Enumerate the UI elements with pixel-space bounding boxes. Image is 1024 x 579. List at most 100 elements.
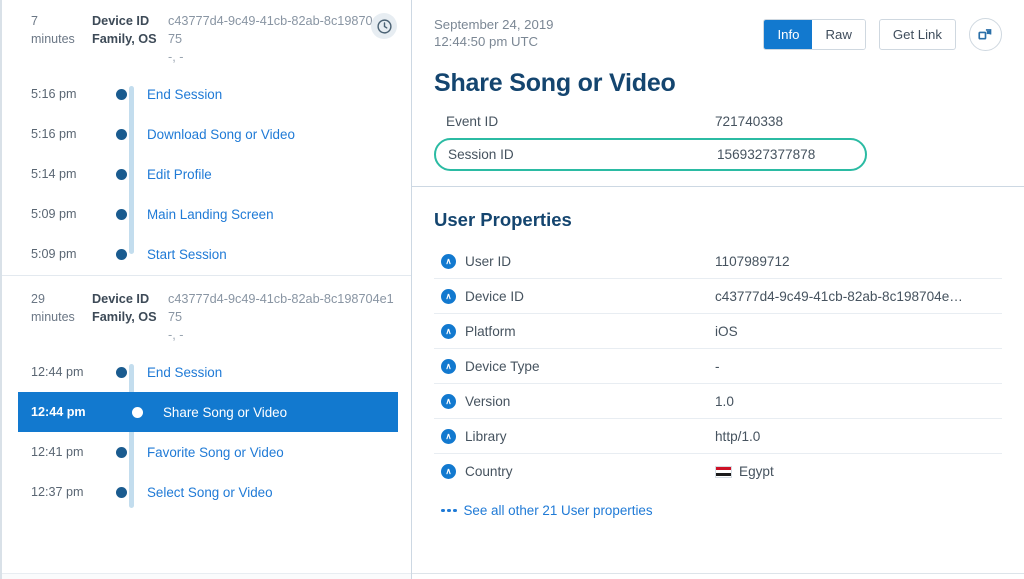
session-device-id-value: c43777d4-9c49-41cb-82ab-8c198704e175 <box>168 292 394 324</box>
timeline-event-row[interactable]: 5:09 pm Start Session <box>2 234 411 274</box>
session-2-timeline: 12:44 pm End Session 12:44 pm Share Song… <box>2 348 411 508</box>
user-properties-list: ∧ User ID 1107989712 ∧ Device ID c43777d… <box>412 231 1024 489</box>
event-name[interactable]: Download Song or Video <box>130 127 295 142</box>
user-property-label-wrap: ∧ User ID <box>434 253 715 269</box>
event-name[interactable]: End Session <box>130 365 222 380</box>
user-property-label-wrap: ∧ Platform <box>434 323 715 339</box>
event-time: 12:44 pm <box>31 405 86 419</box>
event-name[interactable]: Edit Profile <box>130 167 212 182</box>
user-property-value: - <box>715 358 720 374</box>
flag-egypt-icon <box>715 465 732 478</box>
get-link-button[interactable]: Get Link <box>878 19 956 50</box>
event-id-list: Event ID 721740338 Session ID 1569327377… <box>412 105 1024 171</box>
event-dot-icon <box>112 208 130 220</box>
timeline-event-row[interactable]: 5:16 pm End Session <box>2 74 411 114</box>
tab-info[interactable]: Info <box>764 20 813 49</box>
timeline-event-row[interactable]: 5:16 pm Download Song or Video <box>2 114 411 154</box>
timeline-event-row[interactable]: 12:44 pm End Session <box>2 352 411 392</box>
user-property-value: Egypt <box>739 464 774 479</box>
event-explorer-screen: 7 minutes Device ID Family, OS c43777d4-… <box>0 0 1024 579</box>
event-detail-panel: September 24, 2019 12:44:50 pm UTC Share… <box>412 0 1024 579</box>
user-property-value: http/1.0 <box>715 428 761 444</box>
user-property-value: 1.0 <box>715 393 734 409</box>
timeline-event-row[interactable]: 5:14 pm Edit Profile <box>2 154 411 194</box>
user-property-row: ∧ Platform iOS <box>434 314 1002 349</box>
user-property-label-wrap: ∧ Library <box>434 428 715 444</box>
session-id-row-highlighted[interactable]: Session ID 1569327377878 <box>434 138 867 171</box>
user-property-label: User ID <box>465 253 512 269</box>
see-all-user-properties-link[interactable]: See all other 21 User properties <box>412 489 1024 518</box>
user-property-row: ∧ Country Egypt <box>434 454 1002 489</box>
session-meta-key-family-os: Family, OS <box>92 32 157 46</box>
user-property-row: ∧ User ID 1107989712 <box>434 244 1002 279</box>
event-time: 5:16 pm <box>31 87 77 101</box>
user-property-label: Version <box>465 393 511 409</box>
event-name[interactable]: Select Song or Video <box>130 485 273 500</box>
clock-icon[interactable] <box>371 13 397 39</box>
user-property-label-wrap: ∧ Device ID <box>434 288 715 304</box>
session-timeline-panel: 7 minutes Device ID Family, OS c43777d4-… <box>0 0 412 579</box>
session-duration-value: 7 <box>31 14 38 28</box>
timeline-event-row[interactable]: 12:41 pm Favorite Song or Video <box>2 432 411 472</box>
event-time: 5:14 pm <box>31 167 77 181</box>
event-time: 5:09 pm <box>31 247 77 261</box>
user-property-icon: ∧ <box>441 288 456 304</box>
user-property-row: ∧ Version 1.0 <box>434 384 1002 419</box>
event-name[interactable]: Start Session <box>130 247 227 262</box>
event-time: 12:44 pm <box>31 365 84 379</box>
session-meta-keys: Device ID Family, OS <box>92 290 168 344</box>
user-property-label-wrap: ∧ Version <box>434 393 715 409</box>
session-meta: Device ID Family, OS c43777d4-9c49-41cb-… <box>92 290 411 344</box>
session-duration: 7 minutes <box>2 12 92 66</box>
timeline-event-row[interactable]: 12:37 pm Select Song or Video <box>2 472 411 512</box>
event-name[interactable]: Share Song or Video <box>146 405 287 420</box>
session-duration-unit: minutes <box>31 32 75 46</box>
user-property-row: ∧ Device ID c43777d4-9c49-41cb-82ab-8c19… <box>434 279 1002 314</box>
session-1-timeline: 5:16 pm End Session 5:16 pm Download Son… <box>2 70 411 275</box>
detail-bottom-divider <box>412 573 1024 574</box>
user-property-icon: ∧ <box>441 464 456 479</box>
session-id-label: Session ID <box>448 147 514 162</box>
event-dot-icon <box>128 406 146 418</box>
detail-header: September 24, 2019 12:44:50 pm UTC Share… <box>412 0 1024 105</box>
event-dot-icon <box>112 366 130 378</box>
user-property-row: ∧ Device Type - <box>434 349 1002 384</box>
timeline-event-row-selected[interactable]: 12:44 pm Share Song or Video <box>18 392 398 432</box>
tab-raw[interactable]: Raw <box>812 20 865 49</box>
user-property-label: Country <box>465 464 513 479</box>
session-meta-keys: Device ID Family, OS <box>92 12 168 66</box>
event-id-label: Event ID <box>446 113 499 129</box>
user-property-label: Platform <box>465 323 516 339</box>
user-property-label-wrap: ∧ Country <box>434 464 715 479</box>
session-duration-value: 29 <box>31 292 45 306</box>
session-meta-key-device-id: Device ID <box>92 292 150 306</box>
session-device-id-value: c43777d4-9c49-41cb-82ab-8c198704e175 <box>168 14 394 46</box>
event-name[interactable]: End Session <box>130 87 222 102</box>
session-family-os-value: -, - <box>168 328 184 342</box>
session-header: 7 minutes Device ID Family, OS c43777d4-… <box>2 0 411 70</box>
detail-actions: Info Raw Get Link <box>763 18 1002 51</box>
event-name[interactable]: Favorite Song or Video <box>130 445 284 460</box>
timeline-event-row[interactable]: 5:09 pm Main Landing Screen <box>2 194 411 234</box>
user-property-row: ∧ Library http/1.0 <box>434 419 1002 454</box>
event-dot-icon <box>112 168 130 180</box>
event-dot-icon <box>112 88 130 100</box>
session-meta-key-family-os: Family, OS <box>92 310 157 324</box>
user-property-icon: ∧ <box>441 393 456 409</box>
event-dot-icon <box>112 128 130 140</box>
event-name[interactable]: Main Landing Screen <box>130 207 274 222</box>
session-duration-unit: minutes <box>31 310 75 324</box>
event-dot-icon <box>112 486 130 498</box>
event-time: 5:09 pm <box>31 207 77 221</box>
user-property-label: Device ID <box>465 288 524 304</box>
page-title: Share Song or Video <box>434 69 676 97</box>
ellipsis-icon <box>441 508 457 513</box>
user-property-value: iOS <box>715 323 738 339</box>
session-header: 29 minutes Device ID Family, OS c43777d4… <box>2 276 411 348</box>
event-id-value: 721740338 <box>715 113 784 129</box>
session-id-value: 1569327377878 <box>717 147 816 162</box>
view-mode-toggle: Info Raw <box>763 19 866 50</box>
expand-icon[interactable] <box>969 18 1002 51</box>
timeline-bottom-edge <box>2 573 411 579</box>
see-all-label: See all other 21 User properties <box>463 503 653 518</box>
